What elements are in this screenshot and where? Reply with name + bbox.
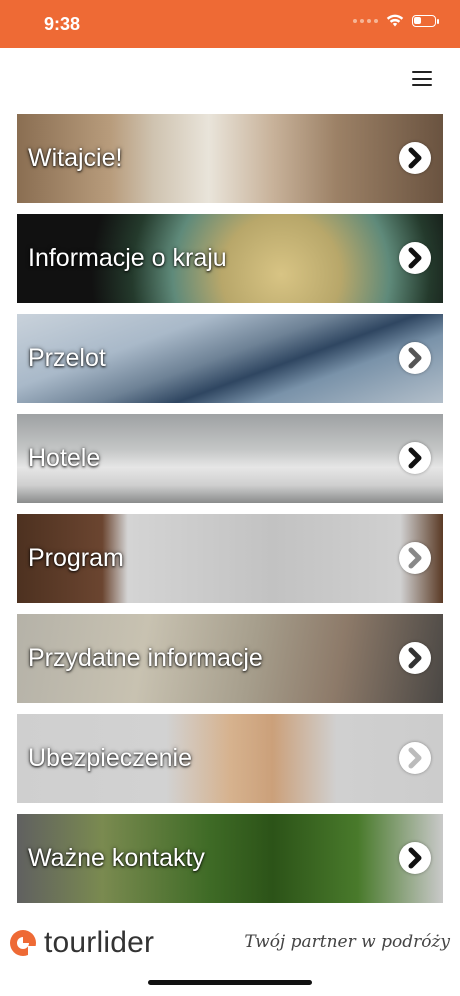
battery-icon (412, 14, 439, 27)
status-bar: 9:38 (0, 0, 460, 48)
tile-przelot[interactable]: Przelot (17, 314, 443, 403)
hamburger-menu-icon[interactable] (402, 66, 442, 92)
home-indicator[interactable] (148, 980, 312, 985)
tile-przydatne-informacje[interactable]: Przydatne informacje (17, 614, 443, 703)
footer: tourlider Twój partner w podróży (0, 912, 460, 972)
chevron-right-icon[interactable] (399, 642, 431, 674)
tile-ubezpieczenie[interactable]: Ubezpieczenie (17, 714, 443, 803)
chevron-right-icon[interactable] (399, 542, 431, 574)
tagline: Twój partner w podróży (244, 932, 450, 952)
tile-label: Program (28, 544, 124, 572)
status-time: 9:38 (44, 14, 81, 34)
chevron-right-icon[interactable] (399, 442, 431, 474)
tile-label: Ważne kontakty (28, 844, 205, 872)
tile-informacje-o-kraju[interactable]: Informacje o kraju (17, 214, 443, 303)
tile-hotele[interactable]: Hotele (17, 414, 443, 503)
chevron-right-icon[interactable] (399, 142, 431, 174)
tile-program[interactable]: Program (17, 514, 443, 603)
chevron-right-icon[interactable] (399, 242, 431, 274)
tourlider-logo-icon (10, 930, 37, 957)
logo-text: tourlider (44, 926, 155, 959)
tourlider-logo: tourlider (8, 926, 154, 960)
tile-wazne-kontakty[interactable]: Ważne kontakty (17, 814, 443, 903)
tile-label: Przelot (28, 344, 106, 372)
tile-label: Hotele (28, 444, 101, 472)
menu-tiles: Witajcie! Informacje o kraju Przelot Hot… (17, 114, 443, 914)
chevron-right-icon[interactable] (399, 742, 431, 774)
cellular-signal-icon (353, 18, 378, 23)
status-icons (353, 14, 439, 27)
tile-label: Informacje o kraju (28, 244, 227, 272)
chevron-right-icon[interactable] (399, 842, 431, 874)
tile-label: Witajcie! (28, 144, 123, 172)
tile-label: Przydatne informacje (28, 644, 263, 672)
tile-label: Ubezpieczenie (28, 744, 192, 772)
chevron-right-icon[interactable] (399, 342, 431, 374)
wifi-icon (386, 14, 404, 27)
tile-witajcie[interactable]: Witajcie! (17, 114, 443, 203)
